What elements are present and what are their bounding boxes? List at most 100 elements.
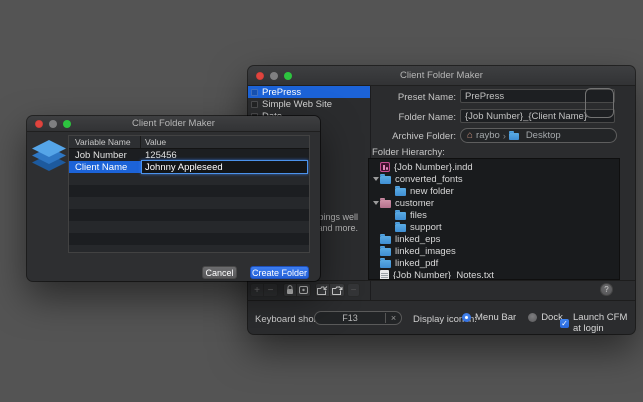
close-button[interactable] <box>35 120 43 128</box>
tree-item-label: new folder <box>410 186 454 197</box>
new-folder-icon[interactable] <box>316 284 330 296</box>
tree-item[interactable]: customer <box>369 197 619 209</box>
new-subfolder-icon[interactable] <box>330 284 344 296</box>
create-folder-button[interactable]: Create Folder <box>250 266 309 279</box>
empty-table-row[interactable] <box>69 209 309 221</box>
column-header-variable-name[interactable]: Variable Name <box>69 136 141 148</box>
zoom-button[interactable] <box>284 72 292 80</box>
launch-at-login-option: ✓ Launch CFM at login <box>560 312 635 334</box>
zoom-button[interactable] <box>63 120 71 128</box>
tree-item[interactable]: linked_eps <box>369 233 619 245</box>
shortcut-value: F13 <box>315 313 385 323</box>
radio-option-dock[interactable]: Dock <box>528 312 563 323</box>
disclosure-triangle-icon[interactable] <box>371 201 380 205</box>
text-file-icon <box>380 270 389 281</box>
main-titlebar[interactable]: Client Folder Maker <box>248 66 635 86</box>
empty-table-row[interactable] <box>69 221 309 233</box>
lock-icon[interactable] <box>284 284 297 296</box>
preset-checkbox[interactable] <box>251 101 258 108</box>
app-layers-icon <box>30 136 68 182</box>
table-row[interactable]: Client Name <box>69 161 309 173</box>
tree-item-label: customer <box>395 198 434 209</box>
lock-action-group <box>283 283 311 297</box>
tree-item[interactable]: linked_images <box>369 245 619 257</box>
add-preset-button[interactable]: + <box>251 284 264 296</box>
tree-item[interactable]: {Job Number}.indd <box>369 161 619 173</box>
window-controls <box>35 120 71 128</box>
tree-item[interactable]: new folder <box>369 185 619 197</box>
disclosure-triangle-icon[interactable] <box>371 177 380 181</box>
path-segment: raybo <box>476 130 500 141</box>
tree-item-label: linked_pdf <box>395 258 438 269</box>
variable-name-cell[interactable]: Client Name <box>69 161 141 173</box>
tree-item-label: files <box>410 210 427 221</box>
sidebar-item-simple-web-site[interactable]: Simple Web Site <box>248 98 370 110</box>
checkbox-label: Launch CFM at login <box>573 312 635 334</box>
radio-label: Menu Bar <box>475 312 516 323</box>
empty-table-row[interactable] <box>69 173 309 185</box>
archive-folder-label: Archive Folder: <box>372 131 456 142</box>
empty-table-row[interactable] <box>69 185 309 197</box>
badge-icon[interactable] <box>297 284 310 296</box>
remove-preset-button[interactable]: − <box>264 284 277 296</box>
radio-button[interactable] <box>528 313 537 322</box>
clear-shortcut-icon[interactable]: × <box>385 313 401 323</box>
column-header-value[interactable]: Value <box>141 137 166 147</box>
dialog-title: Client Folder Maker <box>132 118 215 129</box>
value-cell[interactable] <box>141 161 309 173</box>
minimize-button[interactable] <box>49 120 57 128</box>
value-edit-field[interactable] <box>141 160 308 174</box>
preset-image-well[interactable] <box>585 88 614 118</box>
radio-option-menu-bar[interactable]: Menu Bar <box>462 312 516 323</box>
tree-item[interactable]: support <box>369 221 619 233</box>
chevron-right-icon: › <box>503 131 506 141</box>
checkbox-checked-icon[interactable]: ✓ <box>560 319 569 328</box>
empty-table-row[interactable] <box>69 197 309 209</box>
window-title: Client Folder Maker <box>400 70 483 81</box>
preset-name-label: Preset Name: <box>372 92 456 103</box>
tree-item-label: {Job Number}.indd <box>394 162 473 173</box>
tree-item[interactable]: converted_fonts <box>369 173 619 185</box>
triangle-down-icon <box>373 177 379 181</box>
variable-name-cell[interactable]: Job Number <box>69 149 141 161</box>
tree-item-label: linked_images <box>395 246 456 257</box>
variables-dialog: Client Folder Maker Variable Name Value … <box>27 116 320 281</box>
table-header: Variable Name Value <box>69 136 309 149</box>
empty-table-row[interactable] <box>69 245 309 253</box>
folder-icon <box>509 133 519 140</box>
empty-table-row[interactable] <box>69 233 309 245</box>
archive-folder-path[interactable]: ⌂ raybo › Desktop <box>460 128 617 143</box>
help-button[interactable]: ? <box>600 283 613 296</box>
preset-add-remove-group: + − <box>250 283 278 297</box>
minimize-button[interactable] <box>270 72 278 80</box>
home-icon: ⌂ <box>467 131 473 141</box>
tree-item-label: linked_eps <box>395 234 440 245</box>
folder-name-label: Folder Name: <box>372 112 456 123</box>
table-body: Job Number125456Client Name <box>69 149 309 253</box>
footer-separator <box>248 300 635 301</box>
display-icon-radio-group: Menu Bar Dock <box>462 312 563 323</box>
tree-item-label: converted_fonts <box>395 174 463 185</box>
tree-item[interactable]: {Job Number}_Notes.txt <box>369 269 619 280</box>
preset-checkbox[interactable] <box>251 89 258 96</box>
window-controls <box>256 72 292 80</box>
tree-item[interactable]: linked_pdf <box>369 257 619 269</box>
indesign-file-icon <box>380 162 390 172</box>
tree-item-label: support <box>410 222 442 233</box>
cancel-button[interactable]: Cancel <box>202 266 237 279</box>
folder-icon <box>395 212 406 220</box>
dialog-titlebar[interactable]: Client Folder Maker <box>27 116 320 132</box>
folder-hierarchy-label: Folder Hierarchy: <box>372 147 445 158</box>
folder-icon <box>380 200 391 208</box>
tree-item-label: {Job Number}_Notes.txt <box>393 270 494 281</box>
folder-icon <box>380 260 391 268</box>
preset-label: Simple Web Site <box>262 99 332 110</box>
sidebar-item-prepress[interactable]: PrePress <box>248 86 370 98</box>
remove-tree-item-button[interactable]: − <box>347 283 360 297</box>
folder-icon <box>395 224 406 232</box>
keyboard-shortcut-field[interactable]: F13 × <box>314 311 402 325</box>
close-button[interactable] <box>256 72 264 80</box>
tree-item[interactable]: files <box>369 209 619 221</box>
radio-button[interactable] <box>462 313 471 322</box>
variables-table: Variable Name Value Job Number125456Clie… <box>68 135 310 253</box>
